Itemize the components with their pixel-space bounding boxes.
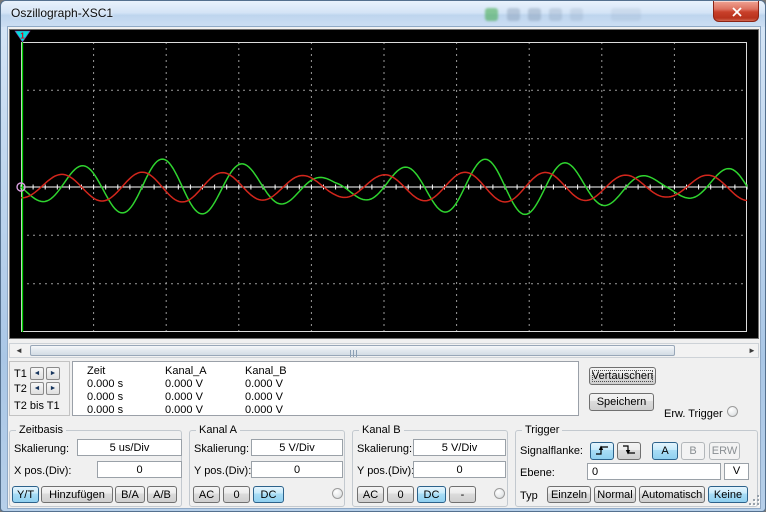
- t1-left-button[interactable]: ◄: [30, 367, 44, 380]
- t2t1-time-value: 0.000 s: [87, 404, 123, 416]
- timebase-ba-button[interactable]: B/A: [115, 486, 145, 503]
- col-header-kanal-b: Kanal_B: [245, 365, 287, 377]
- channel-a-title: Kanal A: [196, 424, 240, 437]
- falling-edge-icon: [621, 443, 637, 457]
- channel-a-ac-button[interactable]: AC: [193, 486, 220, 503]
- scope-plot[interactable]: 1: [10, 30, 758, 338]
- timebase-panel: Zeitbasis Skalierung: X pos.(Div): Y/T H…: [9, 430, 182, 507]
- resize-grip[interactable]: [749, 495, 759, 505]
- scrollbar-grip-icon: [349, 347, 358, 359]
- cursor-t2t1-label: T2 bis T1: [14, 400, 60, 413]
- channel-a-input-radio[interactable]: [332, 488, 343, 499]
- channel-b-panel: Kanal B Skalierung: Y pos.(Div): AC 0 DC…: [352, 430, 508, 507]
- scope-display: 1: [9, 29, 759, 339]
- channel-b-dc-button[interactable]: DC: [417, 486, 446, 503]
- timebase-ab-button[interactable]: A/B: [147, 486, 177, 503]
- scope-hscrollbar: ◄ ►: [9, 343, 759, 358]
- titlebar-ghost-icon: [549, 8, 562, 21]
- swap-button[interactable]: Vertauschen: [589, 367, 656, 385]
- oscilloscope-window: Oszillograph-XSC1 1 ◄ ►: [0, 0, 766, 512]
- window-title: Oszillograph-XSC1: [11, 6, 113, 20]
- channel-b-zero-button[interactable]: 0: [387, 486, 414, 503]
- titlebar-ghost-icon: [611, 8, 641, 21]
- trigger-falling-edge-button[interactable]: [617, 442, 641, 460]
- channel-a-scale-input[interactable]: [251, 439, 343, 456]
- trigger-title: Trigger: [522, 424, 562, 437]
- swap-button-label: Vertauschen: [592, 370, 653, 382]
- trigger-level-unit[interactable]: V: [724, 463, 749, 480]
- channel-b-ypos-label: Y pos.(Div):: [357, 465, 414, 478]
- channel-b-ypos-input[interactable]: [413, 461, 506, 478]
- cursor-1-label: 1: [20, 32, 25, 41]
- channel-b-scale-label: Skalierung:: [357, 443, 412, 456]
- scrollbar-right-arrow-icon[interactable]: ►: [748, 346, 756, 355]
- scrollbar-left-arrow-icon[interactable]: ◄: [15, 346, 23, 355]
- t1-time-value: 0.000 s: [87, 378, 123, 390]
- trigger-auto-button[interactable]: Automatisch: [639, 486, 705, 503]
- t2-left-button[interactable]: ◄: [30, 382, 44, 395]
- cursor-t1-label: T1: [14, 368, 27, 381]
- save-button-label: Speichern: [597, 396, 647, 408]
- channel-a-ypos-label: Y pos.(Div):: [194, 465, 251, 478]
- t2-chb-value: 0.000 V: [245, 391, 283, 403]
- channel-a-zero-button[interactable]: 0: [223, 486, 250, 503]
- channel-b-minus-button[interactable]: -: [449, 486, 476, 503]
- channel-b-title: Kanal B: [359, 424, 404, 437]
- titlebar-ghost-icon: [570, 8, 583, 21]
- channel-b-input-radio[interactable]: [494, 488, 505, 499]
- cursor-t2-label: T2: [14, 383, 27, 396]
- client-area: 1 ◄ ► T1 ◄ ► T2 ◄ ► T2 bis T1 Zeit Kanal…: [8, 27, 760, 508]
- channel-b-ac-button[interactable]: AC: [357, 486, 384, 503]
- titlebar-ghost-icon: [507, 8, 520, 21]
- trigger-source-b-button[interactable]: B: [681, 442, 705, 460]
- t2-time-value: 0.000 s: [87, 391, 123, 403]
- t2t1-cha-value: 0.000 V: [165, 404, 203, 416]
- trigger-level-input[interactable]: [587, 463, 721, 480]
- channel-a-ypos-input[interactable]: [251, 461, 343, 478]
- channel-a-dc-button[interactable]: DC: [253, 486, 284, 503]
- col-header-kanal-a: Kanal_A: [165, 365, 207, 377]
- trigger-panel: Trigger Signalflanke: A B ERW Ebene: V T…: [515, 430, 758, 507]
- close-icon: [731, 6, 743, 18]
- t2-right-button[interactable]: ►: [46, 382, 60, 395]
- cursor-control-box: T1 ◄ ► T2 ◄ ► T2 bis T1: [9, 361, 70, 416]
- close-button[interactable]: [713, 1, 759, 22]
- trigger-normal-button[interactable]: Normal: [594, 486, 636, 503]
- channel-a-panel: Kanal A Skalierung: Y pos.(Div): AC 0 DC: [189, 430, 345, 507]
- trigger-none-button[interactable]: Keine: [708, 486, 748, 503]
- timebase-title: Zeitbasis: [16, 424, 66, 437]
- trigger-source-a-button[interactable]: A: [652, 442, 678, 460]
- titlebar-ghost-icon: [528, 8, 541, 21]
- timebase-scale-label: Skalierung:: [14, 443, 69, 456]
- t1-chb-value: 0.000 V: [245, 378, 283, 390]
- t1-cha-value: 0.000 V: [165, 378, 203, 390]
- trigger-source-ext-button[interactable]: ERW: [709, 442, 740, 460]
- timebase-yt-button[interactable]: Y/T: [12, 486, 39, 503]
- trigger-type-label: Typ: [520, 490, 538, 503]
- trigger-edge-label: Signalflanke:: [520, 445, 583, 458]
- timebase-add-button[interactable]: Hinzufügen: [41, 486, 113, 503]
- save-button[interactable]: Speichern: [589, 393, 654, 411]
- channel-a-scale-label: Skalierung:: [194, 443, 249, 456]
- channel-b-scale-input[interactable]: [413, 439, 506, 456]
- ext-trigger-label: Erw. Trigger: [664, 408, 723, 421]
- titlebar-ghost-icon: [485, 8, 498, 21]
- t1-right-button[interactable]: ►: [46, 367, 60, 380]
- timebase-scale-input[interactable]: [77, 439, 182, 456]
- ext-trigger-radio[interactable]: [727, 406, 738, 417]
- scrollbar-thumb[interactable]: [30, 345, 675, 356]
- rising-edge-icon: [594, 443, 610, 457]
- timebase-xpos-input[interactable]: [97, 461, 182, 478]
- t2t1-chb-value: 0.000 V: [245, 404, 283, 416]
- t2-cha-value: 0.000 V: [165, 391, 203, 403]
- trigger-level-label: Ebene:: [520, 467, 555, 480]
- readout-table: Zeit Kanal_A Kanal_B 0.000 s 0.000 V 0.0…: [72, 361, 579, 416]
- trigger-rising-edge-button[interactable]: [590, 442, 614, 460]
- timebase-xpos-label: X pos.(Div):: [14, 465, 71, 478]
- titlebar[interactable]: Oszillograph-XSC1: [1, 1, 765, 27]
- trigger-single-button[interactable]: Einzeln: [547, 486, 591, 503]
- col-header-zeit: Zeit: [87, 365, 105, 377]
